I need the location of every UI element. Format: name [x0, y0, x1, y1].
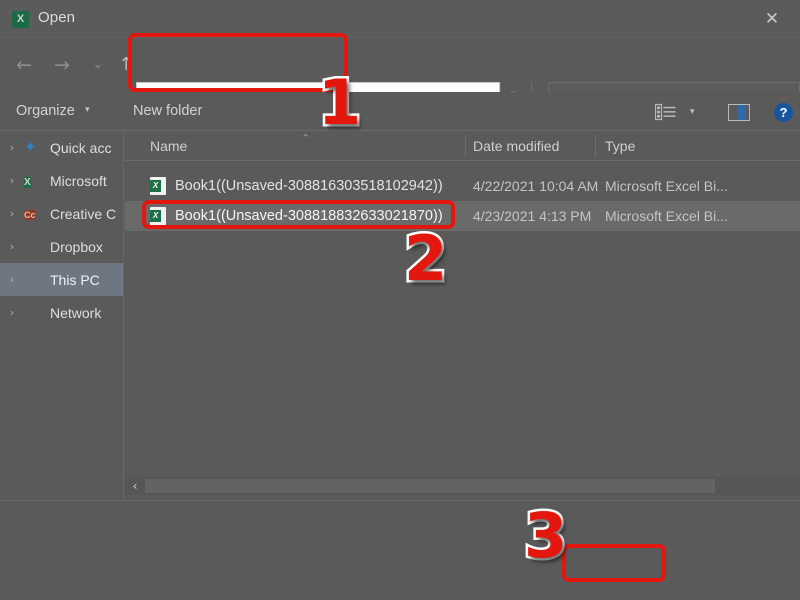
column-header-row: Name ⌃ Date modified Type — [125, 131, 800, 161]
sidebar-item-network[interactable]: › Network — [0, 296, 123, 329]
sidebar-item-this-pc[interactable]: › This PC — [0, 263, 123, 296]
scroll-left-icon[interactable]: ‹ — [128, 478, 142, 494]
sidebar-item-microsoft[interactable]: › X Microsoft — [0, 164, 123, 197]
annotation-marker-3: 3 — [521, 499, 569, 572]
excel-icon: X — [24, 177, 31, 188]
excel-file-icon: X — [150, 177, 166, 195]
sidebar-item-label: Network — [50, 304, 102, 321]
sidebar-item-dropbox[interactable]: › Dropbox — [0, 230, 123, 263]
new-folder-button[interactable]: New folder — [133, 103, 202, 119]
file-list-pane: Name ⌃ Date modified Type X Book1((Unsav… — [125, 131, 800, 500]
dialog-footer: File name: Book1((Unsaved-30881883263302… — [0, 500, 800, 600]
sidebar-item-label: Microsoft — [50, 172, 107, 189]
sidebar-item-label: This PC — [50, 271, 100, 288]
chevron-right-icon[interactable]: › — [0, 174, 24, 187]
column-divider[interactable] — [595, 135, 596, 157]
sidebar-item-label: Dropbox — [50, 238, 103, 255]
excel-icon: X — [12, 11, 29, 28]
sidebar-item-quick-access[interactable]: › ✦ Quick acc — [0, 131, 123, 164]
column-header-date-modified[interactable]: Date modified — [473, 138, 559, 154]
annotation-marker-1: 1 — [315, 66, 363, 139]
up-icon[interactable]: ↑ — [112, 52, 140, 78]
file-type-cell: Microsoft Excel Bi... — [605, 178, 728, 194]
organize-button[interactable]: Organize — [16, 103, 75, 119]
open-file-dialog: X Open ✕ ← → ⌄ ↑ « Office › UnsavedFiles… — [0, 0, 800, 600]
sidebar-item-label: Creative C — [50, 205, 117, 222]
annotation-marker-2: 2 — [401, 222, 449, 295]
view-layout-icon[interactable] — [654, 103, 677, 121]
navigation-sidebar: › ✦ Quick acc › X Microsoft › Cc Creativ… — [0, 131, 124, 500]
column-header-name[interactable]: Name — [150, 138, 187, 154]
chevron-right-icon[interactable]: › — [0, 207, 24, 220]
file-date-cell: 4/23/2021 4:13 PM — [473, 208, 592, 224]
network-icon — [24, 304, 44, 321]
close-icon[interactable]: ✕ — [750, 4, 794, 34]
column-divider[interactable] — [465, 135, 466, 157]
title-bar: X Open ✕ — [0, 0, 800, 38]
forward-icon[interactable]: → — [48, 52, 76, 78]
chevron-right-icon[interactable]: › — [0, 240, 24, 253]
star-icon: ✦ — [24, 138, 37, 156]
back-icon[interactable]: ← — [10, 52, 38, 78]
horizontal-scrollbar[interactable]: ‹ — [125, 477, 800, 495]
navigation-bar: ← → ⌄ ↑ « Office › UnsavedFiles ⌄ ↻ ⌕ Se… — [0, 38, 800, 113]
file-name-cell: Book1((Unsaved-308816303518102942)) — [175, 178, 443, 194]
sidebar-item-label: Quick acc — [50, 139, 112, 156]
help-icon[interactable]: ? — [774, 103, 793, 122]
sidebar-item-creative-cloud[interactable]: › Cc Creative C — [0, 197, 123, 230]
this-pc-icon — [24, 271, 44, 288]
table-row[interactable]: X Book1((Unsaved-308816303518102942)) 4/… — [125, 171, 800, 201]
excel-file-icon: X — [150, 207, 166, 225]
chevron-right-icon[interactable]: › — [0, 273, 24, 286]
preview-pane-icon[interactable] — [728, 104, 750, 121]
scrollbar-thumb[interactable] — [145, 479, 715, 493]
file-name-cell: Book1((Unsaved-308818832633021870)) — [175, 208, 443, 224]
chevron-right-icon[interactable]: › — [0, 306, 24, 319]
file-type-cell: Microsoft Excel Bi... — [605, 208, 728, 224]
chevron-down-icon[interactable]: ⌄ — [84, 52, 112, 78]
column-header-type[interactable]: Type — [605, 138, 635, 154]
dropbox-icon — [24, 238, 44, 255]
table-row[interactable]: X Book1((Unsaved-308818832633021870)) 4/… — [125, 201, 800, 231]
command-bar: Organize ▾ New folder ▾ ? — [0, 92, 800, 131]
chevron-right-icon[interactable]: › — [0, 141, 24, 154]
sort-ascending-icon: ⌃ — [301, 132, 311, 145]
creative-cloud-icon: Cc — [24, 210, 36, 220]
chevron-down-icon[interactable]: ▾ — [85, 105, 90, 115]
file-date-cell: 4/22/2021 10:04 AM — [473, 178, 599, 194]
window-title: Open — [38, 9, 76, 26]
chevron-down-icon[interactable]: ▾ — [690, 107, 695, 117]
